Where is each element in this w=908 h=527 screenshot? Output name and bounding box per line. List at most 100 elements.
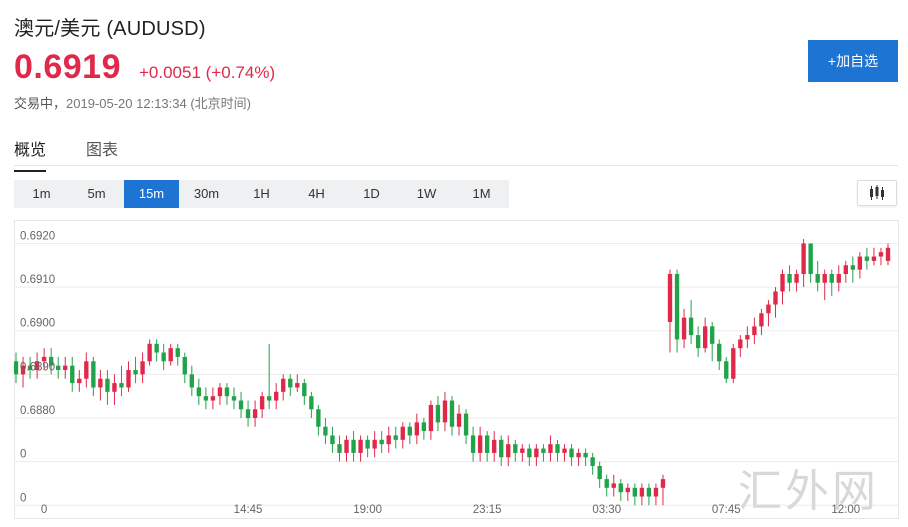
price-change: +0.0051 (+0.74%) [139,63,276,82]
candle-body [281,378,286,392]
candle-body [843,265,848,274]
candle-body [266,396,272,401]
chart-type-button[interactable] [857,180,897,206]
candle-body [801,243,806,274]
candle-body [309,396,314,410]
candle-body [337,444,342,453]
candle-body [569,448,574,458]
candle-body [477,435,483,453]
candle-body [393,435,398,440]
interval-1h[interactable]: 1H [234,180,289,208]
candle-body [513,444,518,453]
add-to-watchlist-button[interactable]: +加自选 [808,40,898,82]
candle-body [717,343,722,362]
candle-body [414,422,420,436]
candle-body [857,256,863,270]
interval-4h[interactable]: 4H [289,180,344,208]
y-tick-label: 0.6900 [20,318,55,330]
candle-body [688,317,694,336]
tab-overview[interactable]: 概览 [14,136,47,172]
candle-body [822,274,827,283]
candle-body [695,335,701,349]
candle-body [147,343,152,362]
candle-body [815,274,820,283]
candle-body [344,439,349,453]
candle-body [871,256,877,261]
candle-body [456,413,462,427]
candle-body [660,479,666,488]
candle-body [428,404,434,432]
interval-1m[interactable]: 1m [14,180,69,208]
candle-body [295,383,300,388]
candle-body [421,422,427,432]
x-tick-label: 23:15 [473,504,502,516]
candle-body [738,339,743,349]
interval-30m[interactable]: 30m [179,180,234,208]
x-tick-label: 19:00 [353,504,382,516]
interval-1d[interactable]: 1D [344,180,399,208]
candle-body [98,378,103,388]
interval-1mo[interactable]: 1M [454,180,509,208]
candle-body [548,444,553,453]
candle-body [210,396,216,401]
status-text: 交易中， [14,96,67,111]
candle-body [168,348,173,362]
candle-body [766,304,771,314]
candle-body [674,274,680,340]
candle-body [379,439,384,445]
candle-body [407,426,412,436]
y-tick-label: 0.6910 [20,274,55,286]
candle-body [189,374,194,388]
candle-body [365,439,370,449]
candle-body [442,400,448,423]
candle-body [618,483,623,493]
y-tick-label: 0.6920 [20,230,55,242]
candle-body [724,361,729,379]
candle-body [386,435,391,445]
candle-body [14,361,19,375]
candle-body [196,387,202,397]
candle-body [780,274,785,292]
candle-body [112,383,117,392]
candle-body [238,400,244,410]
status-timestamp: 2019-05-20 12:13:34 (北京时间) [66,96,251,111]
candle-body [492,439,497,453]
candle-body [91,361,96,388]
candle-body [351,439,356,453]
candle-body [119,383,124,388]
interval-15m[interactable]: 15m [124,180,179,208]
candle-body [140,361,145,375]
x-tick-label: 0 [41,504,47,516]
y-tick-label: 0.6890 [20,361,55,373]
candle-body [56,365,61,370]
candle-body [745,335,750,340]
x-tick-label: 03:30 [592,504,621,516]
candle-body [850,265,856,270]
candle-body [224,387,230,397]
candle-body [126,370,131,388]
candle-body [752,326,757,336]
candle-body [702,326,708,349]
candle-body [358,439,363,453]
interval-selector: 1m 5m 15m 30m 1H 4H 1D 1W 1M [14,180,509,208]
candle-body [878,252,884,257]
candle-body [576,452,581,458]
candle-body [470,435,476,453]
candle-body [217,387,223,397]
candle-body [625,487,630,493]
candle-body [885,247,891,261]
y-tick-label: 0 [20,449,26,461]
candle-body [330,435,335,445]
tab-chart[interactable]: 图表 [86,136,118,170]
candle-body [252,409,258,418]
candle-body [154,343,159,353]
candle-body [105,378,110,392]
x-tick-label: 14:45 [234,504,263,516]
interval-1w[interactable]: 1W [399,180,454,208]
interval-5m[interactable]: 5m [69,180,124,208]
candle-body [773,291,778,305]
candle-body [400,426,405,440]
candle-body [63,365,68,370]
candle-body [203,396,209,401]
candle-body [182,356,187,375]
